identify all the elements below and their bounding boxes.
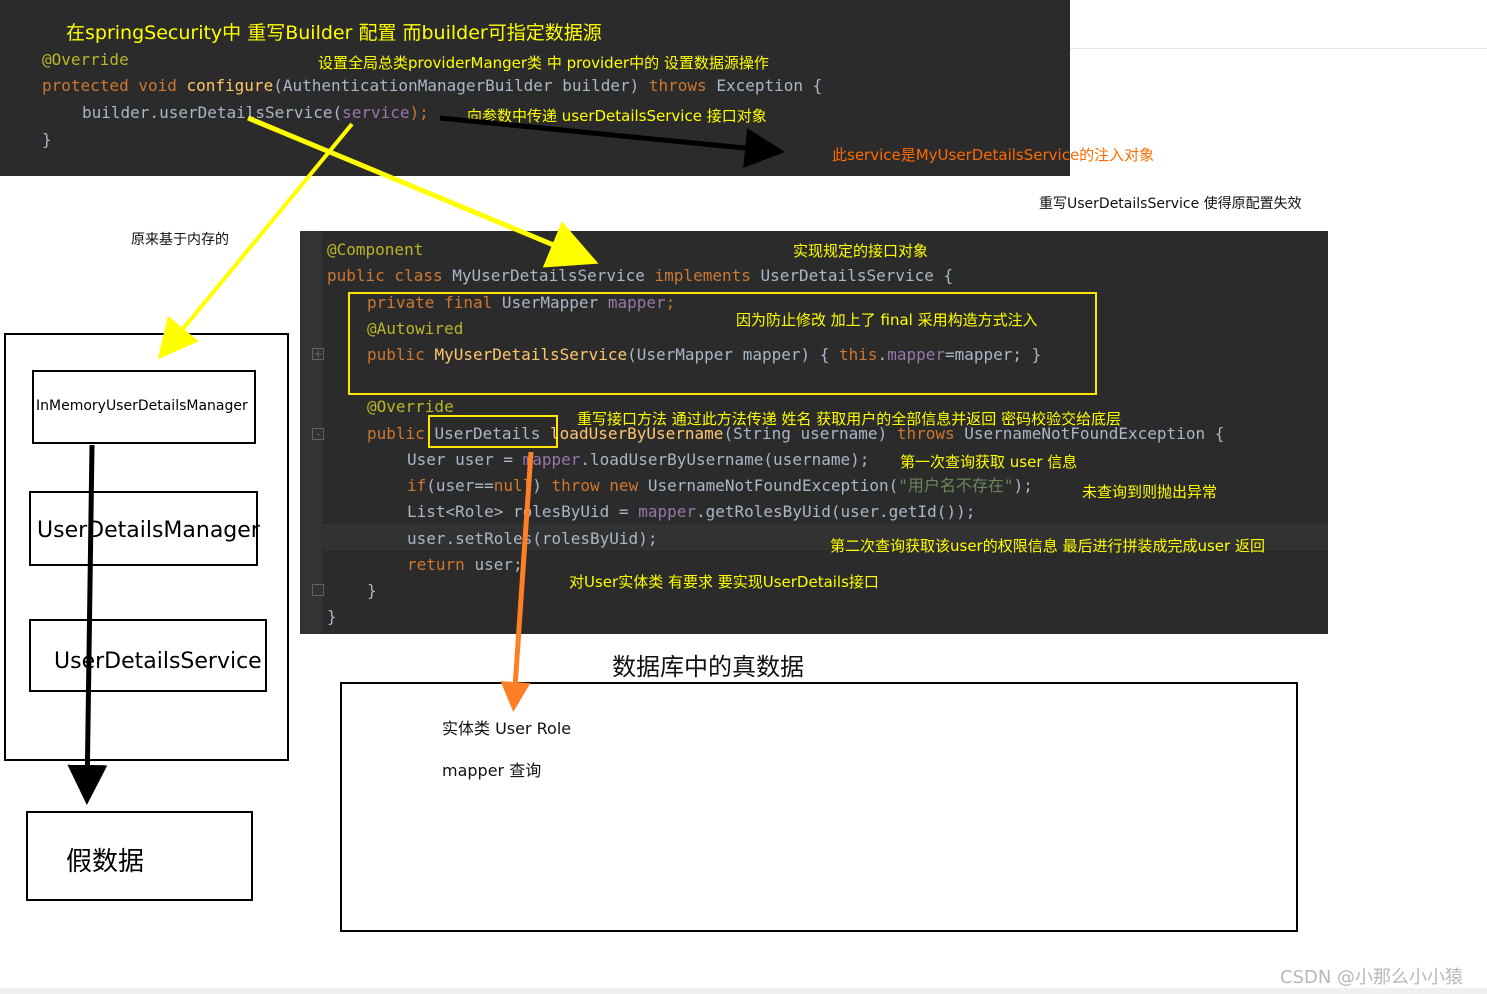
watermark: CSDN @小那么小小猿 xyxy=(1280,967,1464,988)
note-final: 因为防止修改 加上了 final 采用构造方式注入 xyxy=(736,311,1038,329)
fold-icon: + xyxy=(312,347,324,361)
note-first-query: 第一次查询获取 user 信息 xyxy=(900,453,1078,471)
fold-icon xyxy=(312,584,324,596)
manager-box: UserDetailsManager xyxy=(29,491,260,566)
note-param: 向参数中传递 userDetailsService 接口对象 xyxy=(467,107,767,125)
code-method-close: } xyxy=(367,581,377,600)
inmemory-box: InMemoryUserDetailsManager xyxy=(32,370,256,444)
code-line-builder: builder.userDetailsService(service); xyxy=(82,103,429,122)
code-line-close: } xyxy=(42,130,52,149)
code-get-roles: List<Role> rolesByUid = mapper.getRolesB… xyxy=(407,502,976,521)
header-rule xyxy=(1070,48,1487,49)
code-line-override: @Override xyxy=(42,50,129,69)
top-title: 在springSecurity中 重写Builder 配置 而builder可指… xyxy=(66,22,602,44)
field-constructor-highlight xyxy=(348,292,1097,395)
main-code-panel: + - @Component public class MyUserDetail… xyxy=(300,231,1328,634)
note-service: 此service是MyUserDetailsService的注入对象 xyxy=(832,146,1155,164)
note-override-config: 重写UserDetailsService 使得原配置失效 xyxy=(1039,196,1302,212)
code-query-user: User user = mapper.loadUserByUsername(us… xyxy=(407,450,870,469)
note-throw: 未查询到则抛出异常 xyxy=(1082,483,1218,501)
note-provider: 设置全局总类providerManger类 中 provider中的 设置数据源… xyxy=(318,54,769,72)
code-class-decl: public class MyUserDetailsService implem… xyxy=(327,266,954,285)
code-line-configure: protected void configure(AuthenticationM… xyxy=(42,76,823,95)
note-impl: 实现规定的接口对象 xyxy=(793,242,929,260)
code-set-roles: user.setRoles(rolesByUid); xyxy=(407,529,658,548)
fold-icon: - xyxy=(312,428,324,440)
code-return: return user; xyxy=(407,555,523,574)
db-title: 数据库中的真数据 xyxy=(612,653,804,681)
note-second-query: 第二次查询获取该user的权限信息 最后进行拼装成完成user 返回 xyxy=(830,537,1265,555)
fake-data-box: 假数据 xyxy=(26,811,253,901)
fake-data-label: 假数据 xyxy=(66,847,145,877)
service-box: UserDetailsService xyxy=(29,619,267,692)
bottom-bar xyxy=(0,988,1487,994)
note-override-method: 重写接口方法 通过此方法传递 姓名 获取用户的全部信息并返回 密码校验交给底层 xyxy=(577,410,1122,428)
manager-label: UserDetailsManager xyxy=(37,518,260,543)
userdetails-highlight xyxy=(428,415,558,448)
note-memory: 原来基于内存的 xyxy=(131,232,229,248)
inmemory-label: InMemoryUserDetailsManager xyxy=(36,398,248,414)
code-if-throw: if(user==null) throw new UsernameNotFoun… xyxy=(407,476,1033,495)
db-mapper: mapper 查询 xyxy=(442,761,542,780)
code-component: @Component xyxy=(327,240,424,259)
code-class-close: } xyxy=(327,607,337,626)
note-userdetails: 对User实体类 有要求 要实现UserDetails接口 xyxy=(569,573,879,591)
db-entity: 实体类 User Role xyxy=(442,719,572,738)
service-label: UserDetailsService xyxy=(54,649,262,674)
